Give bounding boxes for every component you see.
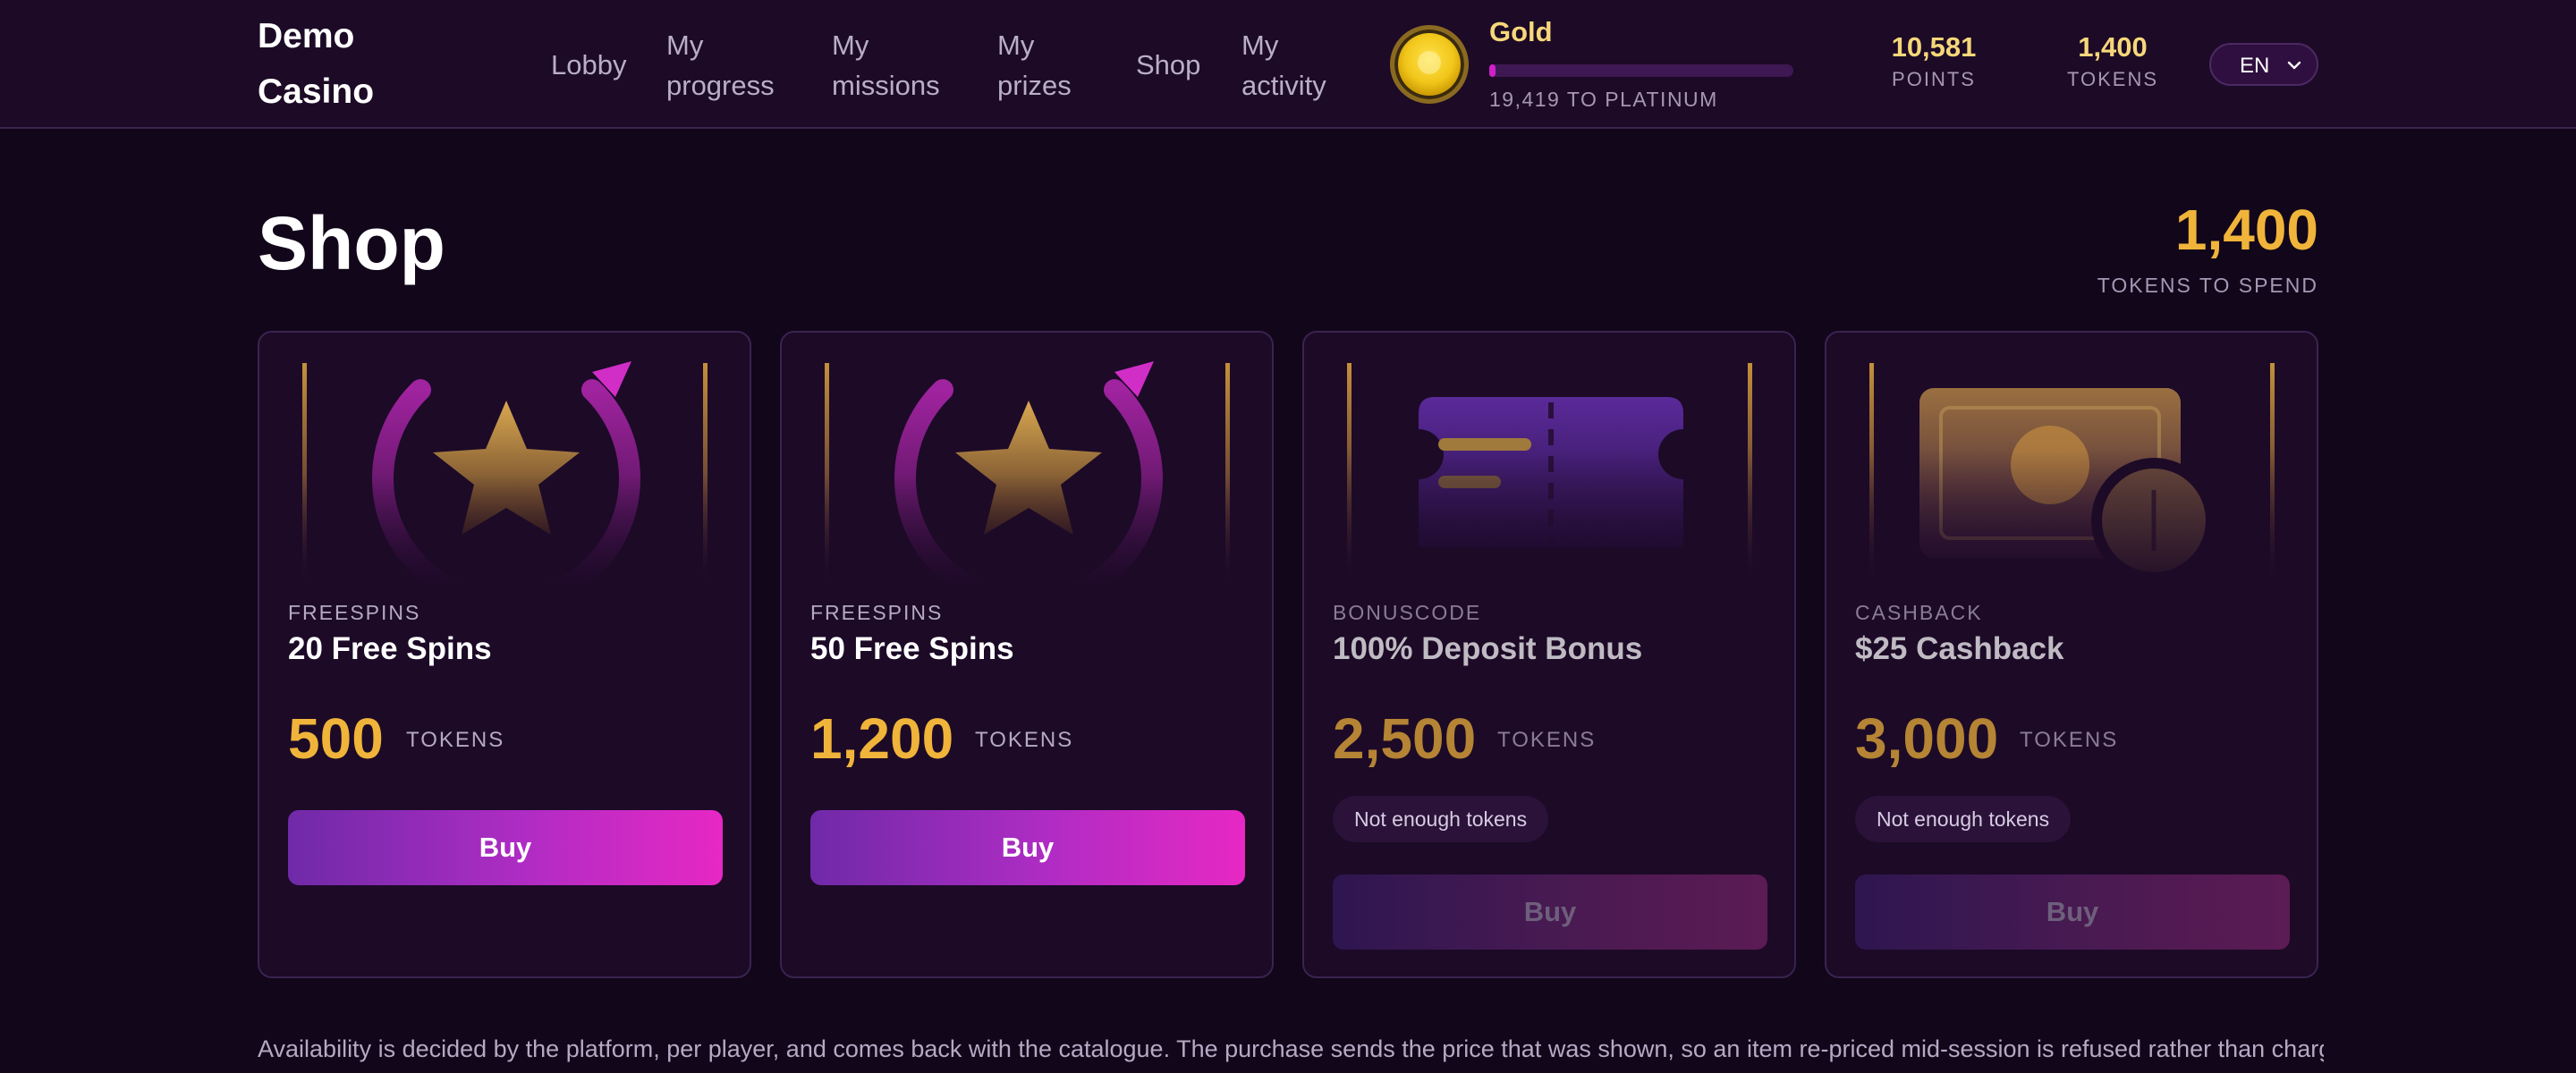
tokens-stat: 1,400 TOKENS bbox=[2057, 30, 2168, 95]
nav-my-activity[interactable]: My activity bbox=[1241, 25, 1349, 106]
shop-item-card: CASHBACK $25 Cashback 3,000 TOKENS Not e… bbox=[1825, 331, 2318, 978]
not-enough-tokens-badge: Not enough tokens bbox=[1333, 796, 1549, 842]
item-price-unit: TOKENS bbox=[2020, 728, 2119, 752]
points-label: POINTS bbox=[1892, 68, 1976, 90]
item-price: 2,500 bbox=[1333, 706, 1477, 771]
nav-my-missions[interactable]: My missions bbox=[832, 25, 948, 106]
item-title: 100% Deposit Bonus bbox=[1333, 631, 1643, 666]
item-price-unit: TOKENS bbox=[406, 728, 505, 752]
item-price-unit: TOKENS bbox=[1497, 728, 1597, 752]
buy-button[interactable]: Buy bbox=[810, 810, 1245, 885]
nav-lobby[interactable]: Lobby bbox=[551, 45, 626, 85]
item-title: 50 Free Spins bbox=[810, 631, 1014, 666]
buy-button[interactable]: Buy bbox=[288, 810, 723, 885]
item-title: 20 Free Spins bbox=[288, 631, 492, 666]
tier-progress-caption: 19,419 TO PLATINUM bbox=[1489, 88, 1718, 111]
item-price: 1,200 bbox=[810, 706, 954, 771]
points-value: 10,581 bbox=[1891, 31, 1977, 63]
tier-name: Gold bbox=[1489, 16, 1553, 47]
free-spins-art bbox=[259, 333, 750, 592]
gold-tier-coin-icon bbox=[1390, 25, 1469, 104]
chevron-down-icon bbox=[2287, 61, 2301, 70]
availability-note: Availability is decided by the platform,… bbox=[258, 1035, 2324, 1062]
item-price: 500 bbox=[288, 706, 384, 771]
bonus-ticket-art bbox=[1304, 333, 1794, 592]
item-price: 3,000 bbox=[1855, 706, 1999, 771]
tier-progress-bar bbox=[1489, 64, 1793, 77]
language-select[interactable]: EN bbox=[2209, 43, 2318, 86]
tokens-label: TOKENS bbox=[2066, 68, 2159, 90]
item-price-unit: TOKENS bbox=[975, 728, 1074, 752]
token-balance: 1,400 bbox=[2174, 198, 2318, 262]
shop-item-card: BONUSCODE 100% Deposit Bonus 2,500 TOKEN… bbox=[1302, 331, 1796, 978]
item-category: CASHBACK bbox=[1855, 601, 1983, 624]
top-bar: Demo Casino Lobby My progress My mission… bbox=[0, 0, 2576, 129]
points-stat: 10,581 POINTS bbox=[1878, 30, 1989, 95]
tier-progress-fill bbox=[1489, 64, 1496, 77]
item-category: FREESPINS bbox=[288, 601, 421, 624]
not-enough-tokens-badge: Not enough tokens bbox=[1855, 796, 2072, 842]
nav-my-progress[interactable]: My progress bbox=[666, 25, 783, 106]
token-balance-label: TOKENS TO SPEND bbox=[2097, 274, 2318, 297]
language-code: EN bbox=[2240, 54, 2270, 78]
nav-shop[interactable]: Shop bbox=[1136, 45, 1200, 85]
nav-my-prizes[interactable]: My prizes bbox=[997, 25, 1087, 106]
page-title: Shop bbox=[258, 201, 445, 285]
tokens-value: 1,400 bbox=[2078, 31, 2148, 63]
cashback-art bbox=[1826, 333, 2317, 592]
buy-button-disabled[interactable]: Buy bbox=[1855, 874, 2290, 950]
brand-logo[interactable]: Demo Casino bbox=[258, 9, 436, 120]
item-category: FREESPINS bbox=[810, 601, 944, 624]
free-spins-art bbox=[782, 333, 1272, 592]
shop-item-card: FREESPINS 50 Free Spins 1,200 TOKENS Buy bbox=[780, 331, 1274, 978]
item-category: BONUSCODE bbox=[1333, 601, 1482, 624]
item-title: $25 Cashback bbox=[1855, 631, 2064, 666]
buy-button-disabled[interactable]: Buy bbox=[1333, 874, 1767, 950]
shop-item-card: FREESPINS 20 Free Spins 500 TOKENS Buy bbox=[258, 331, 751, 978]
